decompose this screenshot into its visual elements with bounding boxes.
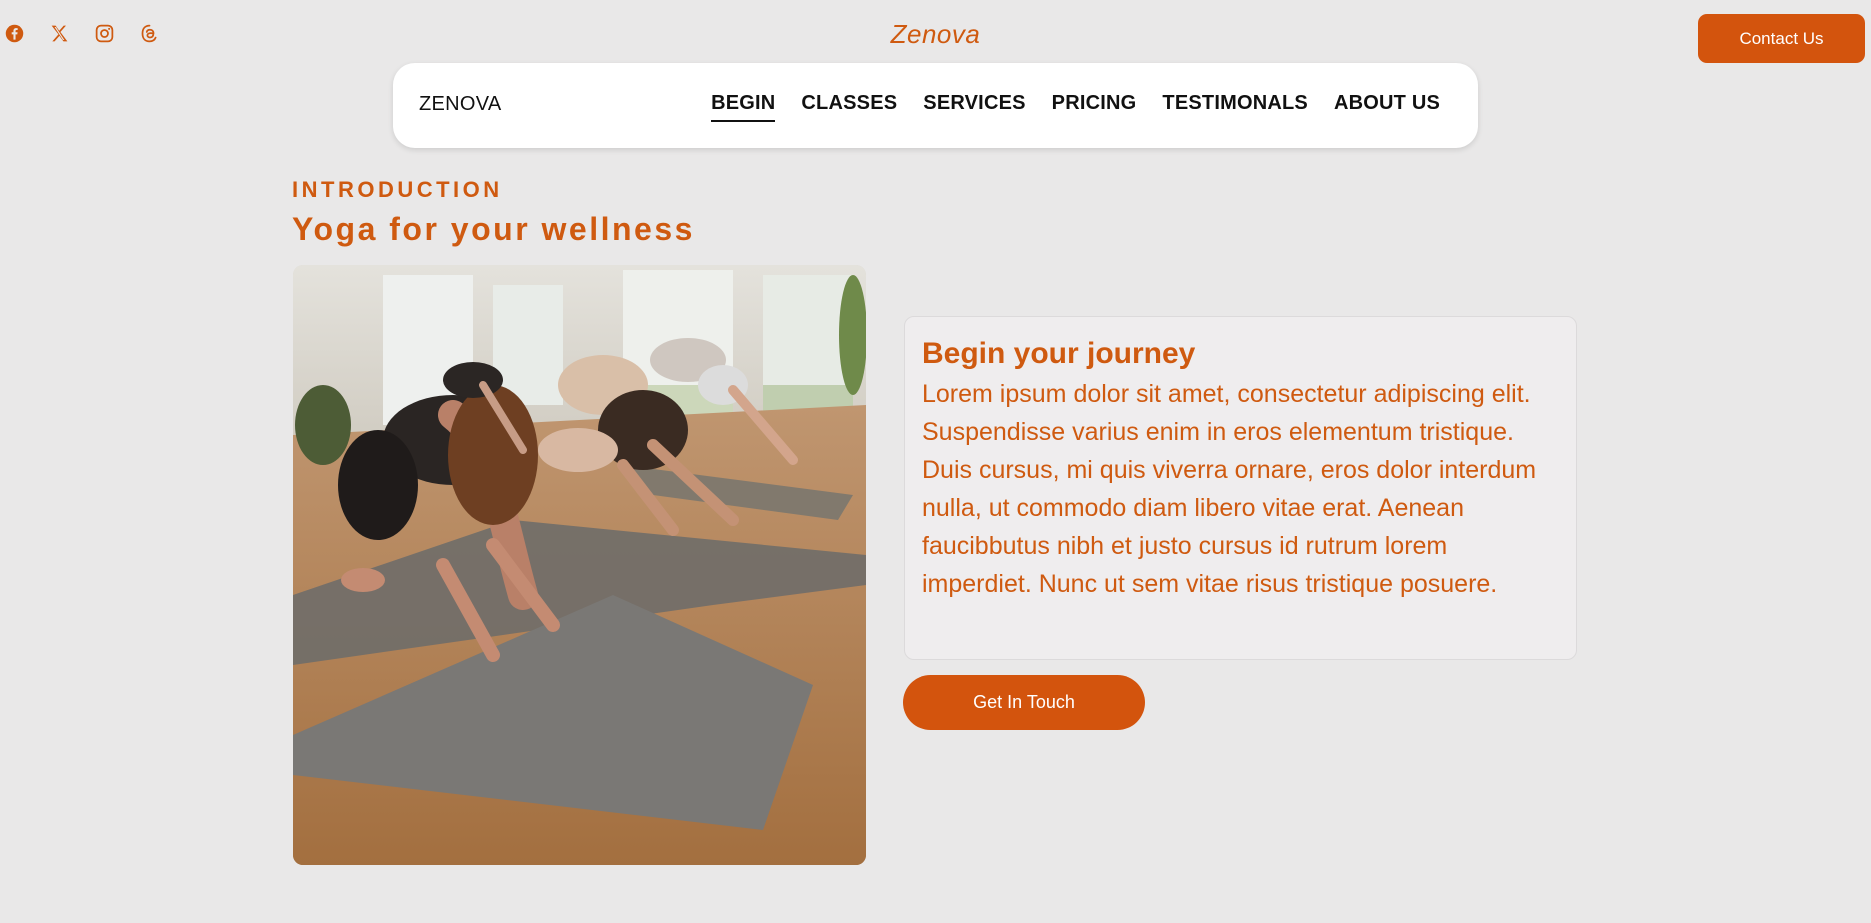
brand-script-title: Zenova <box>890 19 981 49</box>
nav-item-about-us[interactable]: ABOUT US <box>1334 92 1440 122</box>
journey-card: Begin your journey Lorem ipsum dolor sit… <box>904 316 1577 660</box>
journey-body: Lorem ipsum dolor sit amet, consectetur … <box>922 380 1537 598</box>
get-in-touch-button[interactable]: Get In Touch <box>903 675 1145 730</box>
main-navbar: ZENOVA BEGIN CLASSES SERVICES PRICING TE… <box>393 63 1478 148</box>
contact-us-button[interactable]: Contact Us <box>1698 14 1865 63</box>
nav-links: BEGIN CLASSES SERVICES PRICING TESTIMONA… <box>711 92 1440 122</box>
nav-item-classes[interactable]: CLASSES <box>801 92 897 122</box>
nav-logo[interactable]: ZENOVA <box>419 93 502 116</box>
nav-item-begin[interactable]: BEGIN <box>711 92 776 122</box>
nav-item-testimonials[interactable]: TESTIMONALS <box>1162 92 1308 122</box>
journey-title: Begin your journey <box>922 337 1196 370</box>
nav-item-pricing[interactable]: PRICING <box>1052 92 1137 122</box>
section-headline: Yoga for your wellness <box>292 211 695 247</box>
yoga-class-photo <box>293 265 866 865</box>
section-eyebrow: INTRODUCTION <box>292 177 503 202</box>
nav-item-services[interactable]: SERVICES <box>923 92 1025 122</box>
